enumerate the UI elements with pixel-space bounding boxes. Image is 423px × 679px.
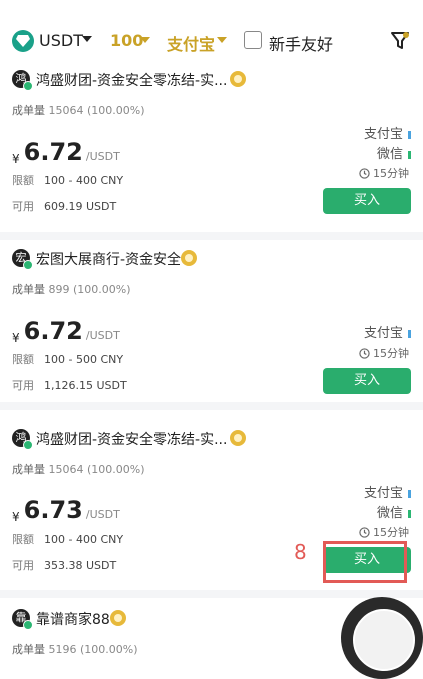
buy-button[interactable]: 买入 <box>323 368 411 394</box>
amount-selector[interactable]: 100 <box>110 31 143 50</box>
caret-down-icon[interactable] <box>217 37 227 43</box>
price: ¥6.72/USDT <box>12 138 120 166</box>
avatar: 宏 <box>12 249 33 270</box>
ad-card: 鸿 鸿盛财团-资金安全零冻结-实... 成单量 15064 (100.00%) … <box>0 62 423 232</box>
available-row: 可用 353.38 USDT <box>12 559 117 572</box>
clock-icon <box>359 168 370 179</box>
divider <box>0 232 423 240</box>
coin-selector[interactable]: USDT <box>39 31 83 50</box>
filter-icon[interactable] <box>390 31 410 55</box>
verified-badge-icon <box>181 250 197 266</box>
highlight-box <box>323 541 407 583</box>
timer: 15分钟 <box>359 165 409 181</box>
limit-row: 限额 100 - 400 CNY <box>12 533 124 546</box>
merchant-name[interactable]: 鸿盛财团-资金安全零冻结-实... <box>36 429 227 449</box>
newbie-checkbox[interactable] <box>244 31 262 49</box>
deal-count: 成单量 15064 (100.00%) <box>12 463 145 476</box>
avatar: 鸿 <box>12 429 33 450</box>
available-row: 可用 609.19 USDT <box>12 200 117 213</box>
usdt-diamond-icon[interactable] <box>12 30 34 52</box>
verified-badge-icon <box>230 430 246 446</box>
available-row: 可用 1,126.15 USDT <box>12 379 127 392</box>
timer: 15分钟 <box>359 524 409 540</box>
clock-icon <box>359 348 370 359</box>
caret-down-icon[interactable] <box>82 36 92 42</box>
payment-method: 支付宝 <box>364 322 411 341</box>
verified-badge-icon <box>230 71 246 87</box>
limit-row: 限额 100 - 400 CNY <box>12 174 124 187</box>
payment-selector[interactable]: 支付宝 <box>167 31 215 55</box>
payment-method: 支付宝 <box>364 482 411 501</box>
timer: 15分钟 <box>359 345 409 361</box>
deal-count: 成单量 15064 (100.00%) <box>12 104 145 117</box>
payment-method: 支付宝 <box>364 123 411 142</box>
merchant-name[interactable]: 鸿盛财团-资金安全零冻结-实... <box>36 70 227 90</box>
top-filter-bar: USDT 100 支付宝 新手友好 <box>0 0 423 62</box>
verified-badge-icon <box>110 610 126 626</box>
price: ¥6.72/USDT <box>12 317 120 345</box>
payment-method: 微信 <box>377 143 411 162</box>
buy-button[interactable]: 买入 <box>323 188 411 214</box>
caret-down-icon[interactable] <box>140 37 150 43</box>
merchant-name[interactable]: 宏图大展商行-资金安全 <box>36 249 181 269</box>
avatar: 靠 <box>12 609 33 630</box>
floating-assist-button[interactable] <box>341 597 423 679</box>
divider <box>0 590 423 598</box>
avatar: 鸿 <box>12 70 33 91</box>
deal-count: 成单量 5196 (100.00%) <box>12 643 138 656</box>
ad-card: 宏 宏图大展商行-资金安全 成单量 899 (100.00%) ¥6.72/US… <box>0 240 423 402</box>
annotation-number: 8 <box>294 540 307 564</box>
limit-row: 限额 100 - 500 CNY <box>12 353 124 366</box>
payment-method: 微信 <box>377 502 411 521</box>
divider <box>0 402 423 410</box>
clock-icon <box>359 527 370 538</box>
newbie-label[interactable]: 新手友好 <box>269 31 333 55</box>
price: ¥6.73/USDT <box>12 496 120 524</box>
merchant-name[interactable]: 靠谱商家88 <box>36 609 110 629</box>
deal-count: 成单量 899 (100.00%) <box>12 283 131 296</box>
